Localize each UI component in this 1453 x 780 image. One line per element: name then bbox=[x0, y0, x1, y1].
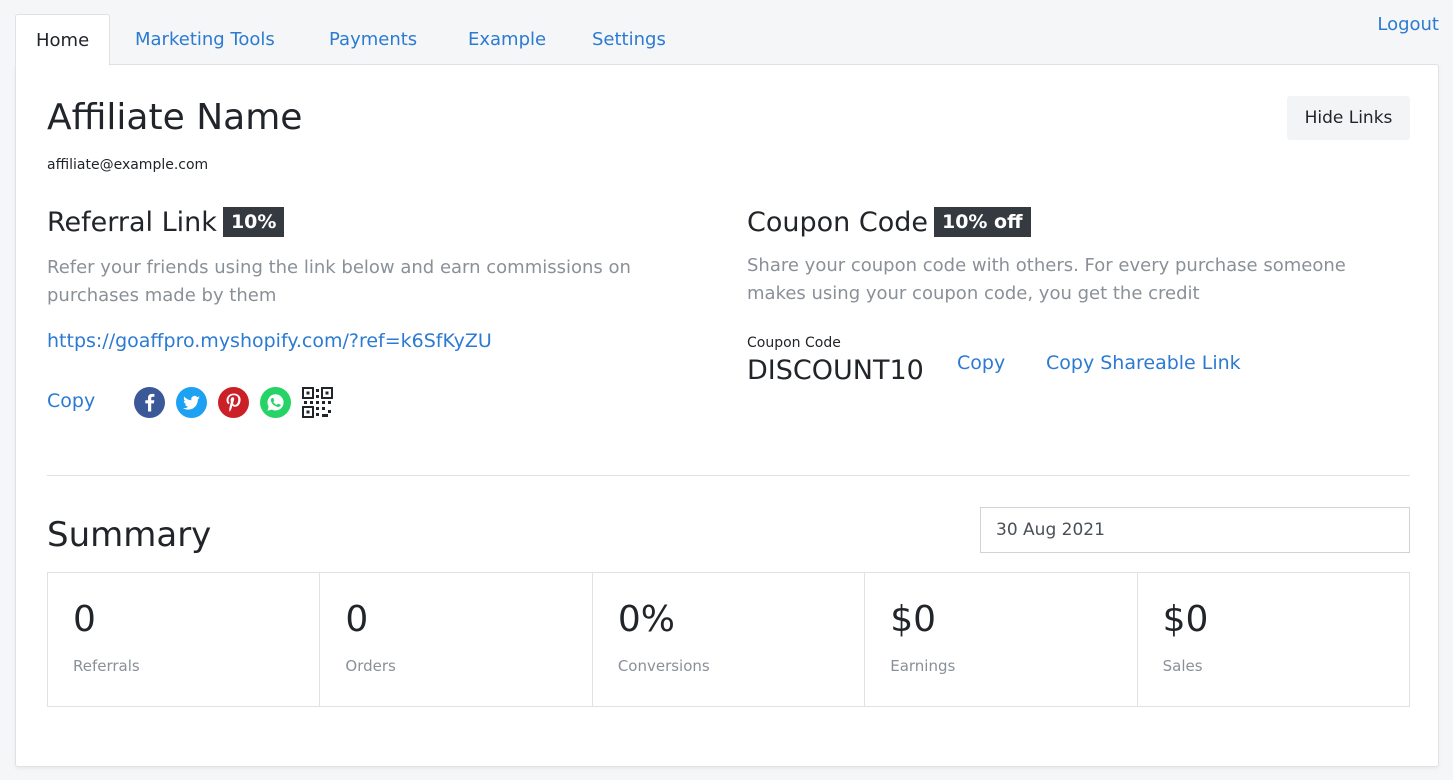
stat-conversions: 0% Conversions bbox=[593, 573, 866, 706]
coupon-code-label: Coupon Code bbox=[747, 335, 841, 351]
affiliate-email: affiliate@example.com bbox=[47, 157, 209, 173]
coupon-copy-button[interactable]: Copy bbox=[957, 352, 1005, 374]
tab-settings[interactable]: Settings bbox=[592, 14, 666, 65]
coupon-section-title: Coupon Code 10% off bbox=[747, 206, 1031, 239]
tab-marketing-tools[interactable]: Marketing Tools bbox=[135, 14, 275, 65]
coupon-title: Coupon Code bbox=[747, 207, 928, 238]
pinterest-icon[interactable] bbox=[218, 387, 249, 418]
referral-commission-badge: 10% bbox=[222, 206, 285, 237]
main-nav: Home Marketing Tools Payments Example Se… bbox=[15, 14, 1439, 66]
whatsapp-icon[interactable] bbox=[260, 387, 291, 418]
date-range-input[interactable]: 30 Aug 2021 bbox=[980, 507, 1410, 553]
copy-shareable-link-button[interactable]: Copy Shareable Link bbox=[1046, 352, 1241, 374]
referral-section-title: Referral Link 10% bbox=[47, 206, 285, 239]
stat-referrals: 0 Referrals bbox=[48, 573, 321, 706]
referral-copy-button[interactable]: Copy bbox=[47, 390, 95, 412]
stat-value: $0 bbox=[890, 599, 937, 640]
summary-stats: 0 Referrals 0 Orders 0% Conversions $0 E… bbox=[47, 572, 1410, 707]
summary-title: Summary bbox=[47, 515, 212, 555]
tab-example[interactable]: Example bbox=[468, 14, 546, 65]
referral-title: Referral Link bbox=[47, 207, 217, 238]
stat-orders: 0 Orders bbox=[320, 573, 593, 706]
stat-label: Earnings bbox=[890, 657, 956, 675]
stat-value: 0% bbox=[617, 599, 675, 640]
coupon-code-value: DISCOUNT10 bbox=[747, 355, 924, 386]
hide-links-button[interactable]: Hide Links bbox=[1287, 96, 1410, 140]
affiliate-name: Affiliate Name bbox=[47, 97, 303, 138]
stat-label: Orders bbox=[345, 657, 396, 675]
referral-url[interactable]: https://goaffpro.myshopify.com/?ref=k6Sf… bbox=[47, 330, 492, 352]
stat-label: Conversions bbox=[617, 657, 710, 675]
facebook-icon[interactable] bbox=[134, 387, 165, 418]
stat-value: $0 bbox=[1162, 599, 1209, 640]
twitter-icon[interactable] bbox=[176, 387, 207, 418]
dashboard-card: Affiliate Name affiliate@example.com Hid… bbox=[15, 64, 1439, 767]
stat-label: Referrals bbox=[73, 657, 140, 675]
stat-value: 0 bbox=[73, 599, 96, 640]
tab-home[interactable]: Home bbox=[15, 14, 111, 66]
stat-sales: $0 Sales bbox=[1138, 573, 1409, 706]
stat-value: 0 bbox=[345, 599, 369, 640]
logout-link[interactable]: Logout bbox=[1377, 14, 1439, 35]
coupon-discount-badge: 10% off bbox=[933, 206, 1031, 237]
referral-description: Refer your friends using the link below … bbox=[47, 257, 631, 306]
tab-payments[interactable]: Payments bbox=[329, 14, 417, 65]
stat-label: Sales bbox=[1162, 657, 1203, 675]
qr-code-icon[interactable] bbox=[302, 387, 333, 418]
stat-earnings: $0 Earnings bbox=[865, 573, 1138, 706]
coupon-description: Share your coupon code with others. For … bbox=[747, 255, 1346, 304]
section-divider bbox=[47, 475, 1410, 476]
